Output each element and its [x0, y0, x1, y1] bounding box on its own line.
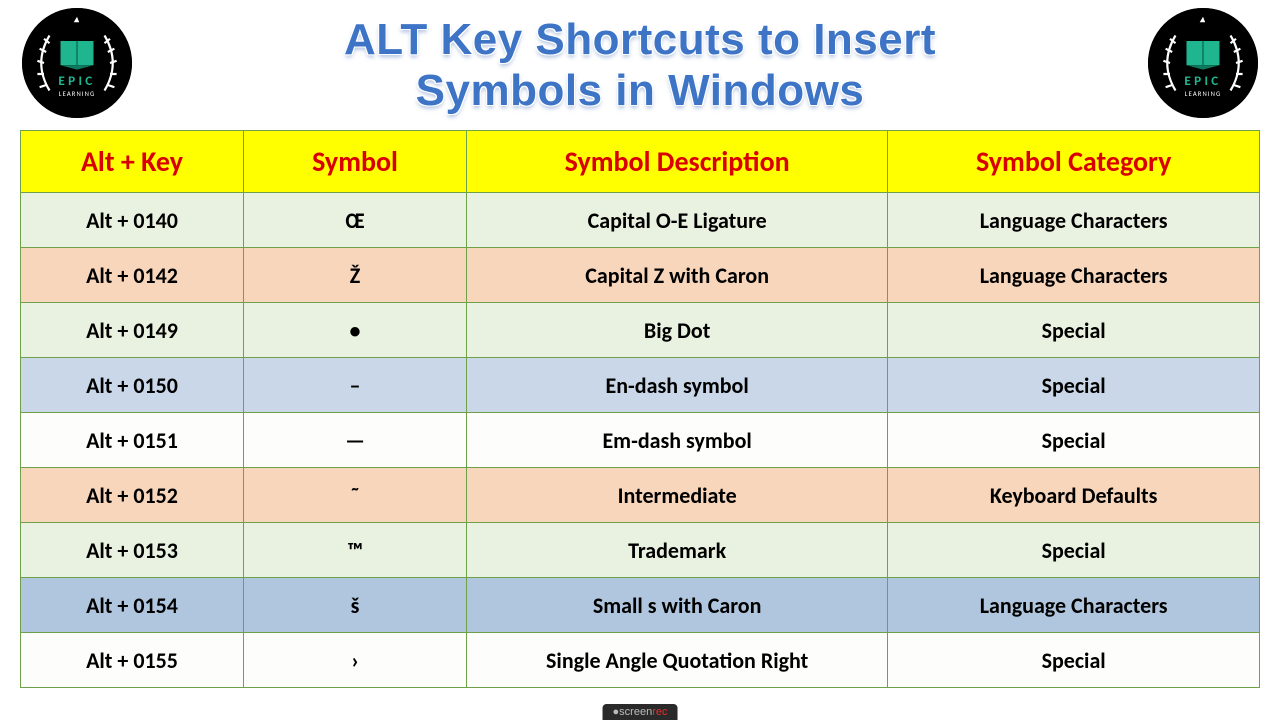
cell-alt: Alt + 0154: [21, 578, 244, 633]
cell-sym: š: [244, 578, 467, 633]
cell-alt: Alt + 0153: [21, 523, 244, 578]
cell-desc: Trademark: [467, 523, 888, 578]
svg-text:LEARNING: LEARNING: [59, 90, 95, 98]
cell-alt: Alt + 0150: [21, 358, 244, 413]
header-symbol: Symbol: [244, 131, 467, 193]
title-line-1: ALT Key Shortcuts to Insert: [344, 15, 936, 64]
cell-cat: Language Characters: [888, 193, 1260, 248]
logo-left: EPIC LEARNING: [22, 8, 132, 118]
header-description: Symbol Description: [467, 131, 888, 193]
cell-alt: Alt + 0149: [21, 303, 244, 358]
cell-cat: Special: [888, 523, 1260, 578]
laurel-book-icon: EPIC LEARNING: [22, 8, 132, 118]
cell-cat: Keyboard Defaults: [888, 468, 1260, 523]
watermark: ●screenrec: [603, 704, 678, 720]
cell-sym: ™: [244, 523, 467, 578]
cell-cat: Language Characters: [888, 578, 1260, 633]
cell-cat: Special: [888, 413, 1260, 468]
svg-text:LEARNING: LEARNING: [1185, 90, 1221, 98]
table-row: Alt + 0149•Big DotSpecial: [21, 303, 1260, 358]
cell-alt: Alt + 0142: [21, 248, 244, 303]
table-row: Alt + 0152˜IntermediateKeyboard Defaults: [21, 468, 1260, 523]
cell-sym: ˜: [244, 468, 467, 523]
table-container: Alt + Key Symbol Symbol Description Symb…: [0, 130, 1280, 688]
cell-desc: Capital Z with Caron: [467, 248, 888, 303]
cell-alt: Alt + 0140: [21, 193, 244, 248]
cell-sym: ›: [244, 633, 467, 688]
cell-cat: Special: [888, 633, 1260, 688]
table-row: Alt + 0140ŒCapital O-E LigatureLanguage …: [21, 193, 1260, 248]
cell-desc: Intermediate: [467, 468, 888, 523]
cell-desc: Capital O-E Ligature: [467, 193, 888, 248]
cell-cat: Special: [888, 303, 1260, 358]
cell-alt: Alt + 0152: [21, 468, 244, 523]
title-line-2: Symbols in Windows: [416, 66, 865, 115]
shortcuts-table: Alt + Key Symbol Symbol Description Symb…: [20, 130, 1260, 688]
table-row: Alt + 0154šSmall s with CaronLanguage Ch…: [21, 578, 1260, 633]
table-row: Alt + 0153™TrademarkSpecial: [21, 523, 1260, 578]
cell-desc: Single Angle Quotation Right: [467, 633, 888, 688]
watermark-rec: rec: [652, 706, 667, 718]
cell-sym: —: [244, 413, 467, 468]
cell-desc: En-dash symbol: [467, 358, 888, 413]
cell-desc: Big Dot: [467, 303, 888, 358]
table-body: Alt + 0140ŒCapital O-E LigatureLanguage …: [21, 193, 1260, 688]
table-header-row: Alt + Key Symbol Symbol Description Symb…: [21, 131, 1260, 193]
table-row: Alt + 0151—Em-dash symbolSpecial: [21, 413, 1260, 468]
laurel-book-icon: EPIC LEARNING: [1148, 8, 1258, 118]
header-category: Symbol Category: [888, 131, 1260, 193]
cell-sym: •: [244, 303, 467, 358]
watermark-pre: ●screen: [613, 706, 653, 718]
header-altkey: Alt + Key: [21, 131, 244, 193]
table-row: Alt + 0155›Single Angle Quotation RightS…: [21, 633, 1260, 688]
logo-right: EPIC LEARNING: [1148, 8, 1258, 118]
svg-text:EPIC: EPIC: [58, 72, 95, 89]
cell-alt: Alt + 0155: [21, 633, 244, 688]
cell-cat: Language Characters: [888, 248, 1260, 303]
header: EPIC LEARNING ALT Key Shortcuts to Inser…: [0, 0, 1280, 130]
table-row: Alt + 0150–En-dash symbolSpecial: [21, 358, 1260, 413]
cell-cat: Special: [888, 358, 1260, 413]
cell-desc: Em-dash symbol: [467, 413, 888, 468]
cell-sym: Œ: [244, 193, 467, 248]
cell-desc: Small s with Caron: [467, 578, 888, 633]
cell-alt: Alt + 0151: [21, 413, 244, 468]
table-row: Alt + 0142ŽCapital Z with CaronLanguage …: [21, 248, 1260, 303]
cell-sym: Ž: [244, 248, 467, 303]
page-title: ALT Key Shortcuts to Insert Symbols in W…: [344, 15, 936, 116]
svg-text:EPIC: EPIC: [1184, 72, 1221, 89]
cell-sym: –: [244, 358, 467, 413]
